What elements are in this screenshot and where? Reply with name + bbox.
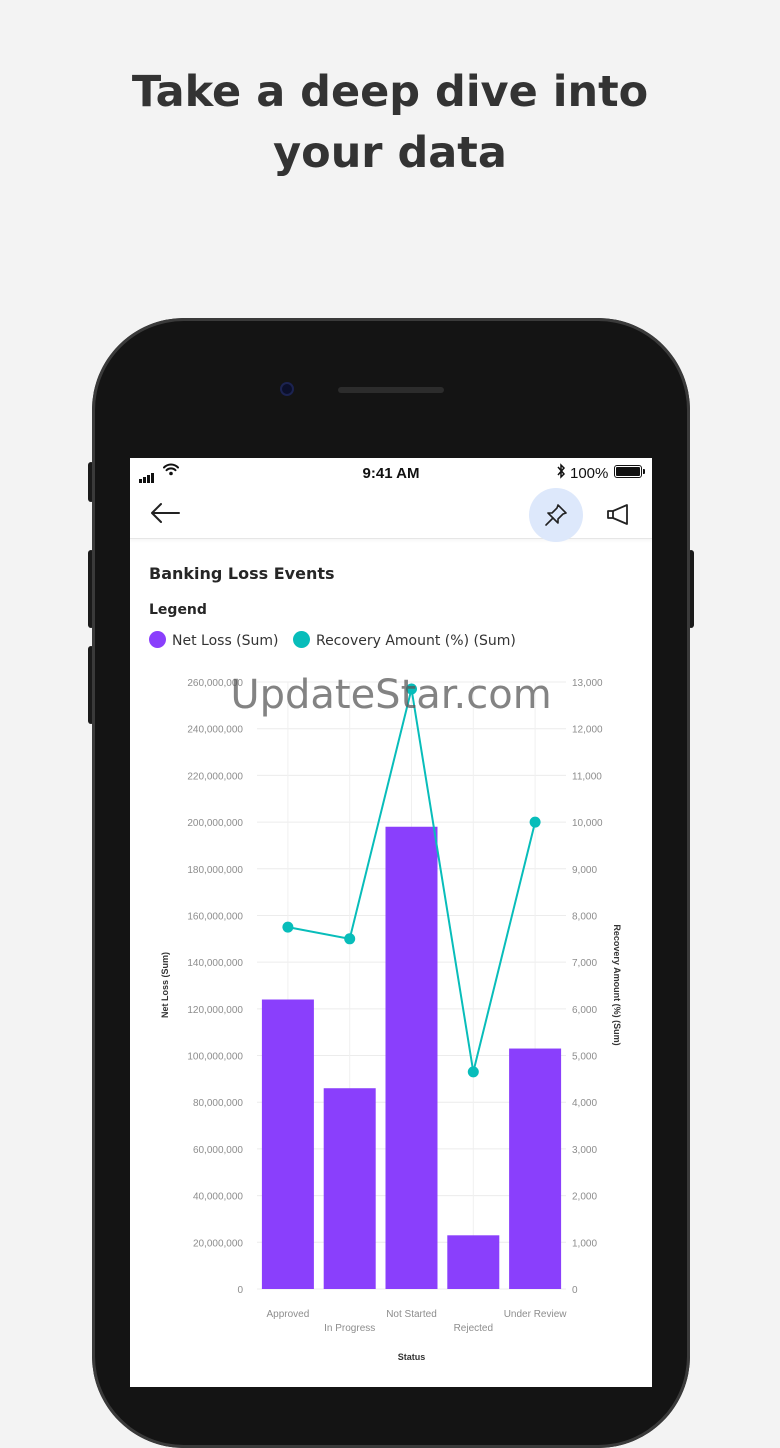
megaphone-icon [607, 504, 628, 525]
x-tick-label: Approved [266, 1309, 309, 1320]
legend-swatch-net-loss [149, 631, 166, 648]
bar-net-loss [447, 1235, 500, 1289]
y-axis-title: Net Loss (Sum) [160, 952, 170, 1018]
y-tick-label: 220,000,000 [187, 771, 243, 782]
y-tick-label: 120,000,000 [187, 1005, 243, 1016]
point-recovery-amount [344, 933, 356, 945]
pin-button[interactable] [529, 488, 583, 542]
pin-icon [545, 504, 567, 526]
y2-tick-label: 2,000 [572, 1192, 597, 1203]
card-title: Banking Loss Events [149, 564, 335, 583]
legend-item-recovery-amount[interactable]: Recovery Amount (%) (Sum) [292, 631, 516, 649]
battery-percent: 100% [570, 465, 609, 482]
y-tick-label: 100,000,000 [187, 1052, 243, 1063]
bar-net-loss [323, 1088, 376, 1289]
x-tick-label: Under Review [504, 1309, 568, 1320]
y2-tick-label: 8,000 [572, 911, 597, 922]
y2-tick-label: 5,000 [572, 1052, 597, 1063]
y2-tick-label: 9,000 [572, 865, 597, 876]
legend-title: Legend [149, 602, 207, 618]
y-tick-label: 240,000,000 [187, 725, 243, 736]
headline: Take a deep dive into your data [0, 62, 780, 184]
y2-tick-label: 0 [572, 1285, 578, 1296]
arrow-left-icon [151, 503, 180, 523]
bar-net-loss [261, 999, 314, 1289]
point-recovery-amount [529, 816, 541, 828]
y-tick-label: 200,000,000 [187, 818, 243, 829]
y2-tick-label: 10,000 [572, 818, 603, 829]
x-tick-label: Rejected [454, 1323, 493, 1334]
earpiece-speaker [338, 387, 444, 393]
headline-line-1: Take a deep dive into [131, 67, 649, 117]
x-axis-title: Status [398, 1352, 426, 1362]
y-tick-label: 40,000,000 [193, 1192, 243, 1203]
y2-tick-label: 12,000 [572, 725, 603, 736]
y-tick-label: 260,000,000 [187, 678, 243, 689]
legend-swatch-recovery-amount [292, 631, 310, 648]
headline-line-2: your data [273, 128, 507, 178]
y2-tick-label: 7,000 [572, 958, 597, 969]
nav-bar [130, 488, 652, 542]
battery-icon [614, 465, 645, 478]
front-camera [280, 382, 294, 396]
bluetooth-icon [557, 463, 566, 479]
back-button[interactable] [148, 497, 184, 529]
point-recovery-amount [406, 683, 417, 695]
chart-legend: Net Loss (Sum) Recovery Amount (%) (Sum) [149, 631, 526, 649]
phone-screen: 9:41 AM 100% Banking Loss Events Legend [130, 458, 652, 1387]
legend-item-net-loss[interactable]: Net Loss (Sum) [149, 631, 279, 649]
y-tick-label: 160,000,000 [187, 911, 243, 922]
y2-tick-label: 3,000 [572, 1145, 597, 1156]
y-tick-label: 0 [237, 1285, 243, 1296]
y-tick-label: 80,000,000 [193, 1098, 243, 1109]
announce-button[interactable] [602, 498, 636, 530]
y-tick-label: 140,000,000 [187, 958, 243, 969]
y-tick-label: 20,000,000 [193, 1238, 243, 1249]
legend-label-recovery-amount: Recovery Amount (%) (Sum) [315, 633, 516, 649]
y2-tick-label: 13,000 [572, 678, 603, 689]
bar-net-loss [385, 826, 438, 1289]
combo-chart: 0 20,000,000 40,000,000 60,000,000 80,000,00… [160, 678, 622, 1362]
y-tick-label: 60,000,000 [193, 1145, 243, 1156]
point-recovery-amount [282, 921, 294, 933]
legend-label-net-loss: Net Loss (Sum) [172, 633, 279, 649]
y-tick-label: 180,000,000 [187, 865, 243, 876]
status-bar: 9:41 AM 100% [130, 458, 652, 488]
y2-tick-label: 1,000 [572, 1238, 597, 1249]
point-recovery-amount [467, 1066, 479, 1078]
y2-tick-label: 4,000 [572, 1098, 597, 1109]
x-tick-label: Not Started [386, 1309, 437, 1320]
y2-axis-title: Recovery Amount (%) (Sum) [612, 924, 622, 1045]
y2-tick-label: 11,000 [572, 771, 602, 782]
bar-net-loss [509, 1048, 562, 1289]
x-tick-label: In Progress [324, 1323, 375, 1334]
y2-tick-label: 6,000 [572, 1005, 597, 1016]
